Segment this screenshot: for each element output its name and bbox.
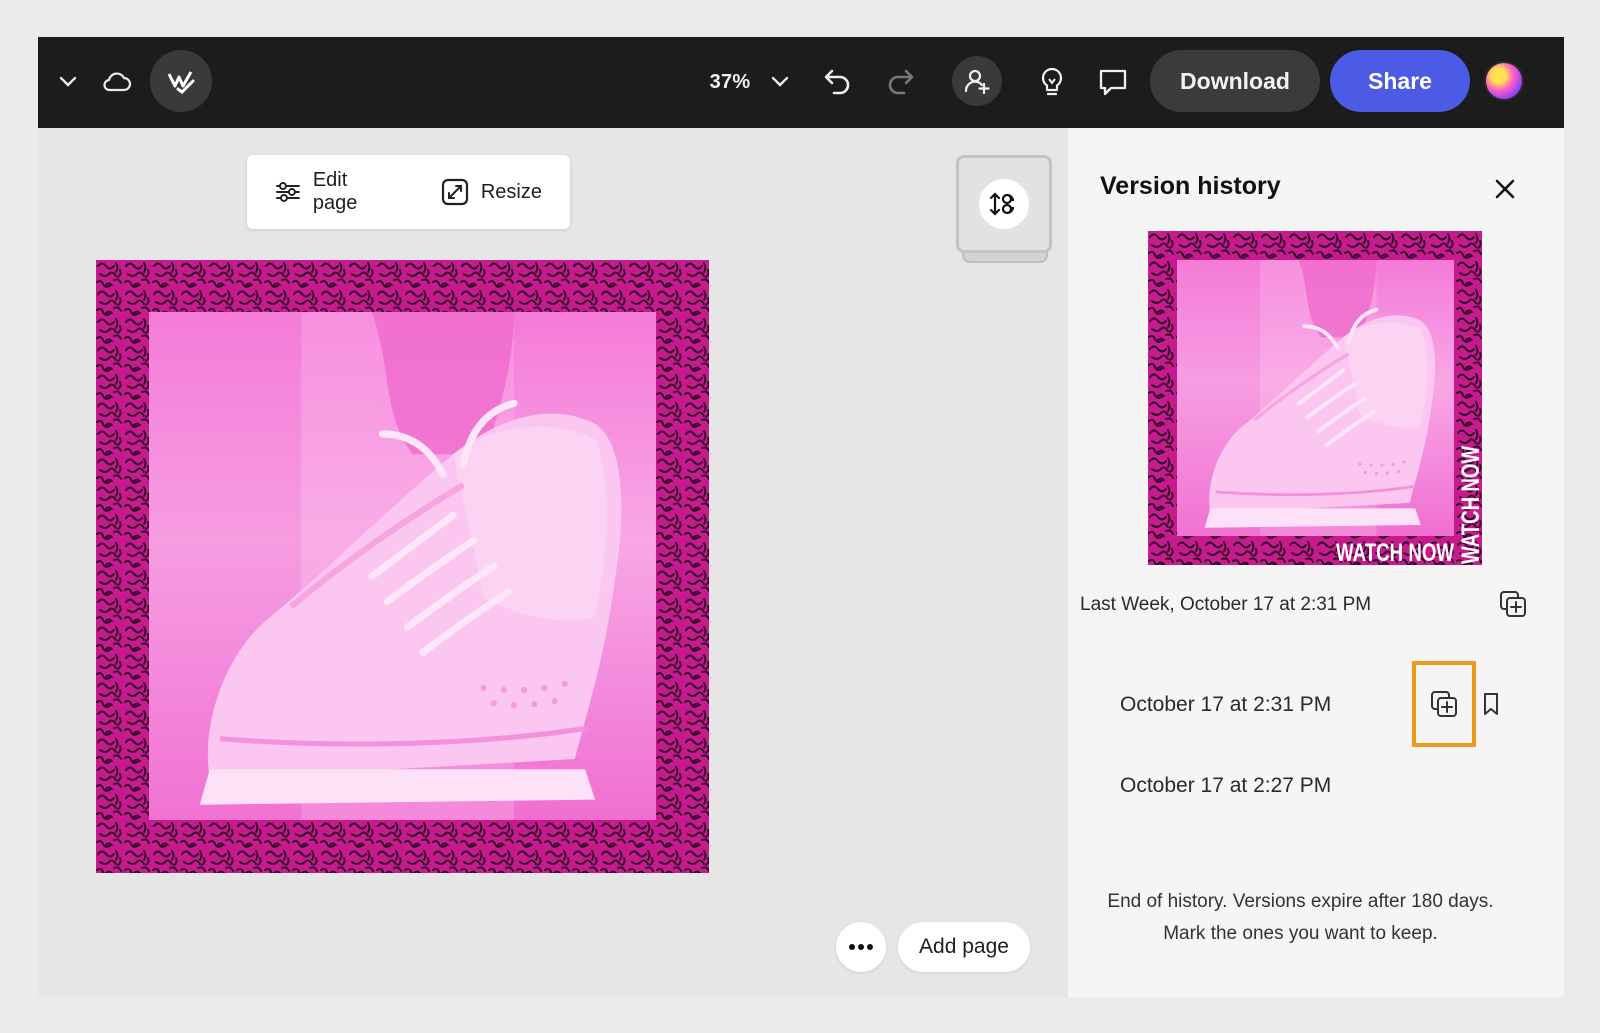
panel-title: Version history: [1100, 172, 1281, 200]
bookmark-icon[interactable]: [1482, 692, 1500, 721]
download-button[interactable]: Download: [1150, 50, 1320, 112]
pages-panel-toggle[interactable]: [956, 155, 1052, 263]
watch-now-side-text: WATCH NOW: [1457, 446, 1482, 564]
duplicate-icon: [1431, 691, 1457, 717]
brand-logo-icon[interactable]: [150, 50, 212, 112]
redo-icon[interactable]: [880, 61, 920, 101]
page-card[interactable]: [956, 155, 1052, 253]
resize-label: Resize: [480, 180, 542, 203]
resize-icon: [441, 178, 468, 206]
resize-button[interactable]: Resize: [441, 178, 542, 206]
undo-icon[interactable]: [818, 61, 858, 101]
duplicate-version-icon[interactable]: [1498, 589, 1528, 624]
canvas-artwork[interactable]: [96, 260, 709, 873]
close-icon[interactable]: [1488, 172, 1522, 206]
preview-image: WATCH NOW WATCH NOW: [1148, 231, 1485, 567]
page-tools-bar: Edit page Resize: [247, 155, 570, 229]
avatar[interactable]: [1484, 61, 1524, 101]
cloud-icon[interactable]: [98, 63, 136, 99]
sliders-icon: [275, 182, 300, 202]
add-page-button[interactable]: Add page: [898, 922, 1030, 972]
version-preview-thumbnail[interactable]: WATCH NOW WATCH NOW: [1148, 231, 1485, 567]
version-row-2[interactable]: October 17 at 2:27 PM: [1120, 774, 1331, 798]
edit-page-button[interactable]: Edit page: [275, 169, 397, 215]
invite-user-icon[interactable]: [952, 56, 1002, 106]
version-row-1[interactable]: October 17 at 2:31 PM: [1120, 693, 1331, 717]
top-toolbar: 37% Download Share: [38, 37, 1564, 128]
share-button[interactable]: Share: [1330, 50, 1470, 112]
duplicate-version-button-highlighted[interactable]: [1412, 661, 1476, 747]
end-of-history-note: End of history. Versions expire after 18…: [1068, 886, 1533, 950]
current-version-label: Last Week, October 17 at 2:31 PM: [1080, 594, 1372, 615]
artwork-image: [96, 260, 709, 873]
version-history-panel: Version history WATCH NOW WATCH NOW Last…: [1068, 128, 1564, 997]
zoom-level[interactable]: 37%: [706, 65, 754, 99]
end-note-line-2: Mark the ones you want to keep.: [1163, 923, 1438, 944]
reorder-pages-icon: [979, 179, 1029, 229]
zoom-chevron-down-icon[interactable]: [764, 65, 796, 97]
edit-page-label: Edit page: [312, 169, 358, 214]
watch-now-bottom-text: WATCH NOW: [1336, 539, 1454, 565]
lightbulb-icon[interactable]: [1032, 61, 1072, 103]
comment-icon[interactable]: [1092, 61, 1134, 103]
ellipsis-icon: [849, 944, 873, 950]
end-note-line-1: End of history. Versions expire after 18…: [1107, 891, 1494, 912]
more-options-button[interactable]: [836, 922, 886, 972]
app-window: 37% Download Share Edit page Resize Add …: [38, 37, 1564, 997]
menu-chevron-icon[interactable]: [52, 65, 84, 97]
